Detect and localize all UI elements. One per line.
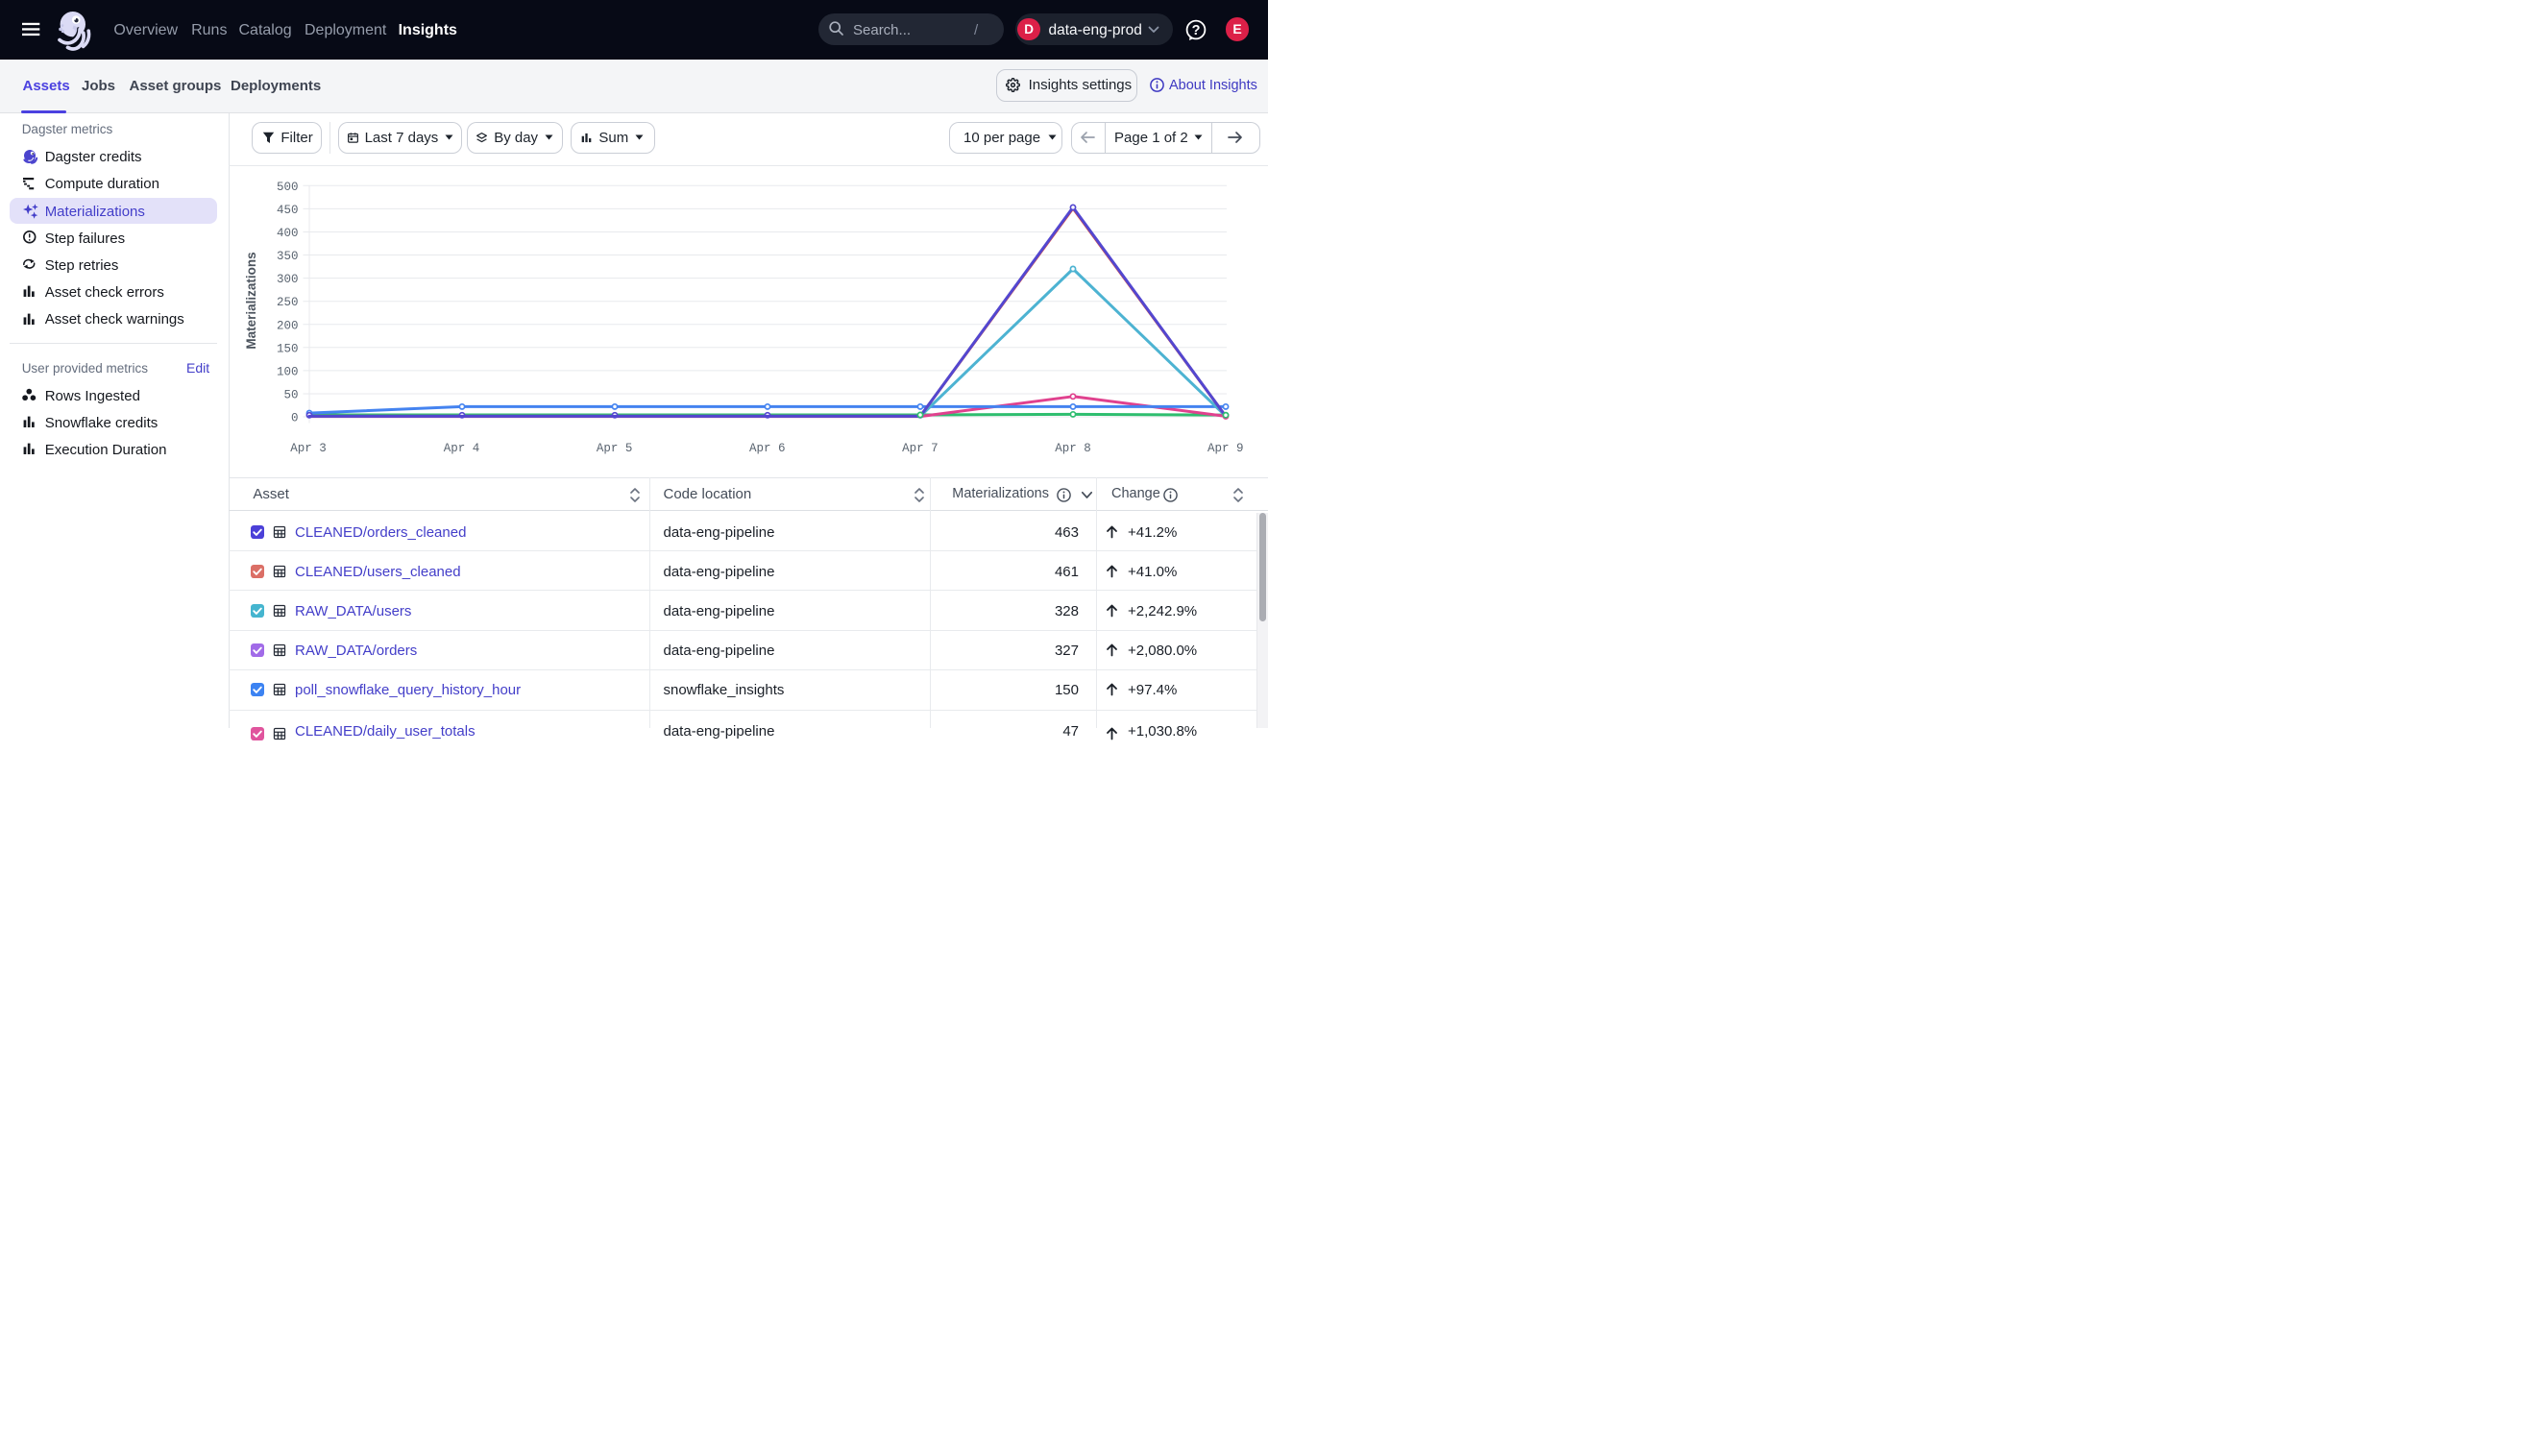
- svg-text:Apr 9: Apr 9: [1207, 442, 1244, 455]
- svg-text:Apr 4: Apr 4: [444, 442, 480, 455]
- svg-text:500: 500: [277, 181, 299, 194]
- svg-text:100: 100: [277, 365, 299, 378]
- svg-text:50: 50: [283, 389, 298, 402]
- svg-text:400: 400: [277, 227, 299, 240]
- svg-text:300: 300: [277, 273, 299, 286]
- svg-text:0: 0: [291, 412, 299, 425]
- svg-text:Materializations: Materializations: [244, 252, 258, 349]
- svg-text:Apr 6: Apr 6: [749, 442, 786, 455]
- svg-text:200: 200: [277, 319, 299, 332]
- svg-text:Apr 7: Apr 7: [902, 442, 939, 455]
- svg-text:Apr 5: Apr 5: [597, 442, 633, 455]
- svg-text:Apr 8: Apr 8: [1055, 442, 1091, 455]
- svg-text:Apr 3: Apr 3: [290, 442, 327, 455]
- svg-text:450: 450: [277, 204, 299, 217]
- svg-text:150: 150: [277, 342, 299, 355]
- svg-text:250: 250: [277, 296, 299, 309]
- svg-text:350: 350: [277, 250, 299, 263]
